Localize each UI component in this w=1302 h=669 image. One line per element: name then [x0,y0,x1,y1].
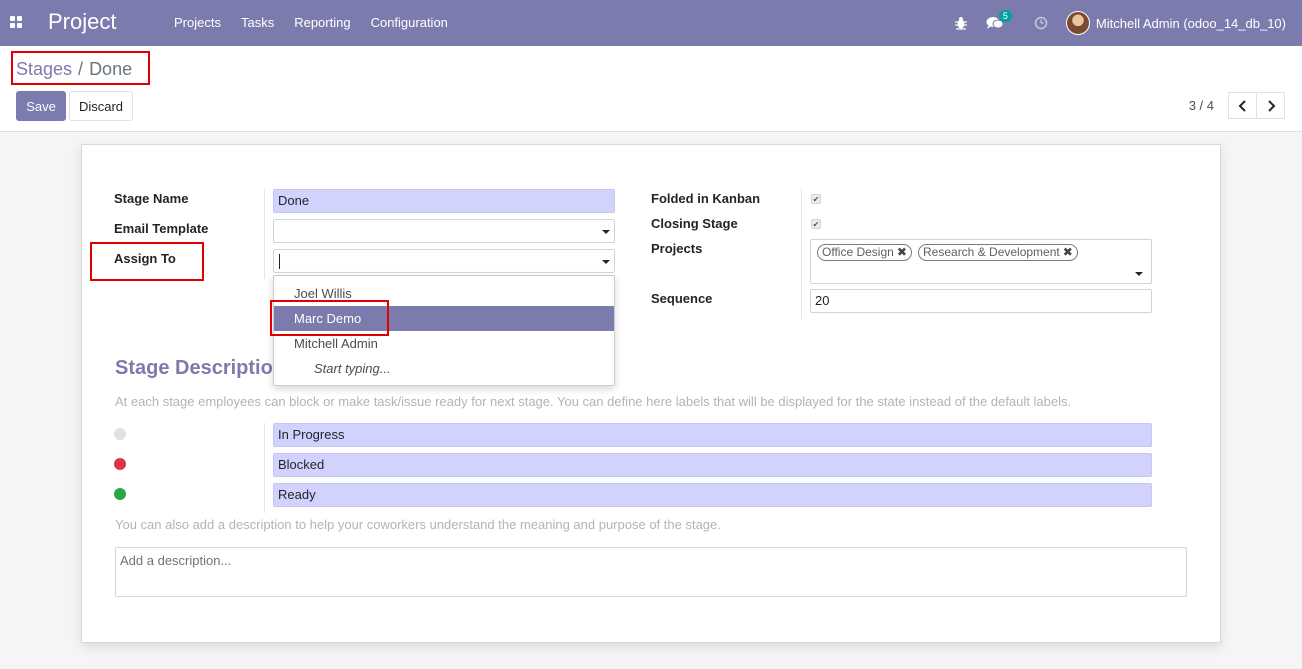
description-help: You can also add a description to help y… [115,517,721,532]
assign-to-dropdown: Joel Willis Marc Demo Mitchell Admin Sta… [273,275,615,386]
systray: 5 Mitchell Admin (odoo_14_db_10) [954,0,1286,46]
state-dot-blocked [114,458,126,470]
menu-configuration[interactable]: Configuration [361,15,458,30]
dropdown-option-joel-willis[interactable]: Joel Willis [274,281,614,306]
clock-icon[interactable] [1034,16,1048,30]
closing-stage-label: Closing Stage [651,216,738,231]
dropdown-option-marc-demo[interactable]: Marc Demo [274,306,614,331]
project-tag: Office Design ✖ [817,244,912,261]
breadcrumb-separator: / [78,59,84,79]
project-tag: Research & Development ✖ [918,244,1078,261]
remove-tag-icon[interactable]: ✖ [897,245,907,259]
breadcrumb-current: Done [89,59,133,79]
stage-name-label: Stage Name [114,191,189,206]
breadcrumb-stages-link[interactable]: Stages [16,59,72,79]
right-group-separator [801,189,802,319]
bug-icon[interactable] [954,16,968,30]
section-title: Stage Description [115,357,286,379]
ready-label-field[interactable]: Ready [273,483,1152,507]
app-title[interactable]: Project [48,9,116,35]
top-navbar: Project Projects Tasks Reporting Configu… [0,0,1302,46]
menu-reporting[interactable]: Reporting [284,15,360,30]
main-menu: Projects Tasks Reporting Configuration [164,15,458,30]
sequence-field[interactable]: 20 [810,289,1152,313]
breadcrumb: Stages / Done [16,59,132,80]
apps-grid-icon[interactable] [10,16,23,29]
chat-icon[interactable]: 5 [986,10,1012,30]
chat-count-badge: 5 [998,10,1012,22]
projects-tags-field[interactable]: Office Design ✖ Research & Development ✖ [810,239,1152,284]
chevron-right-icon [1267,99,1275,112]
pager-previous-button[interactable] [1228,92,1257,119]
menu-tasks[interactable]: Tasks [231,15,284,30]
text-cursor [279,254,280,269]
state-dot-ready [114,488,126,500]
states-separator [264,423,265,513]
pager-value[interactable]: 3 / 4 [1189,98,1214,113]
chevron-left-icon [1238,99,1246,112]
dropdown-option-mitchell-admin[interactable]: Mitchell Admin [274,331,614,356]
closing-stage-checkbox[interactable]: ✔ [811,219,821,229]
save-button[interactable]: Save [16,91,66,121]
email-template-label: Email Template [114,221,209,236]
sequence-label: Sequence [651,291,713,306]
chevron-down-icon[interactable] [602,230,610,234]
remove-tag-icon[interactable]: ✖ [1063,245,1073,259]
chevron-down-icon[interactable] [602,260,610,264]
description-field[interactable]: Add a description... [115,547,1187,597]
control-panel: Stages / Done Save Discard 3 / 4 [0,46,1302,132]
email-template-field[interactable] [273,219,615,243]
state-dot-in-progress [114,428,126,440]
stage-name-field[interactable]: Done [273,189,615,213]
menu-projects[interactable]: Projects [164,15,231,30]
folded-in-kanban-checkbox[interactable]: ✔ [811,194,821,204]
avatar[interactable] [1065,11,1090,35]
user-menu[interactable]: Mitchell Admin (odoo_14_db_10) [1096,16,1286,31]
pager-next-button[interactable] [1256,92,1285,119]
discard-button[interactable]: Discard [69,91,133,121]
folded-in-kanban-label: Folded in Kanban [651,191,761,206]
project-tag-label: Research & Development [923,245,1060,259]
assign-to-field[interactable] [273,249,615,273]
projects-label: Projects [651,241,703,256]
dropdown-search-hint: Start typing... [314,361,391,376]
project-tag-label: Office Design [822,245,894,259]
assign-to-label: Assign To [114,251,176,266]
left-group-separator [264,189,265,279]
chevron-down-icon[interactable] [1135,272,1143,276]
in-progress-label-field[interactable]: In Progress [273,423,1152,447]
blocked-label-field[interactable]: Blocked [273,453,1152,477]
stage-description-help: At each stage employees can block or mak… [115,394,1072,409]
